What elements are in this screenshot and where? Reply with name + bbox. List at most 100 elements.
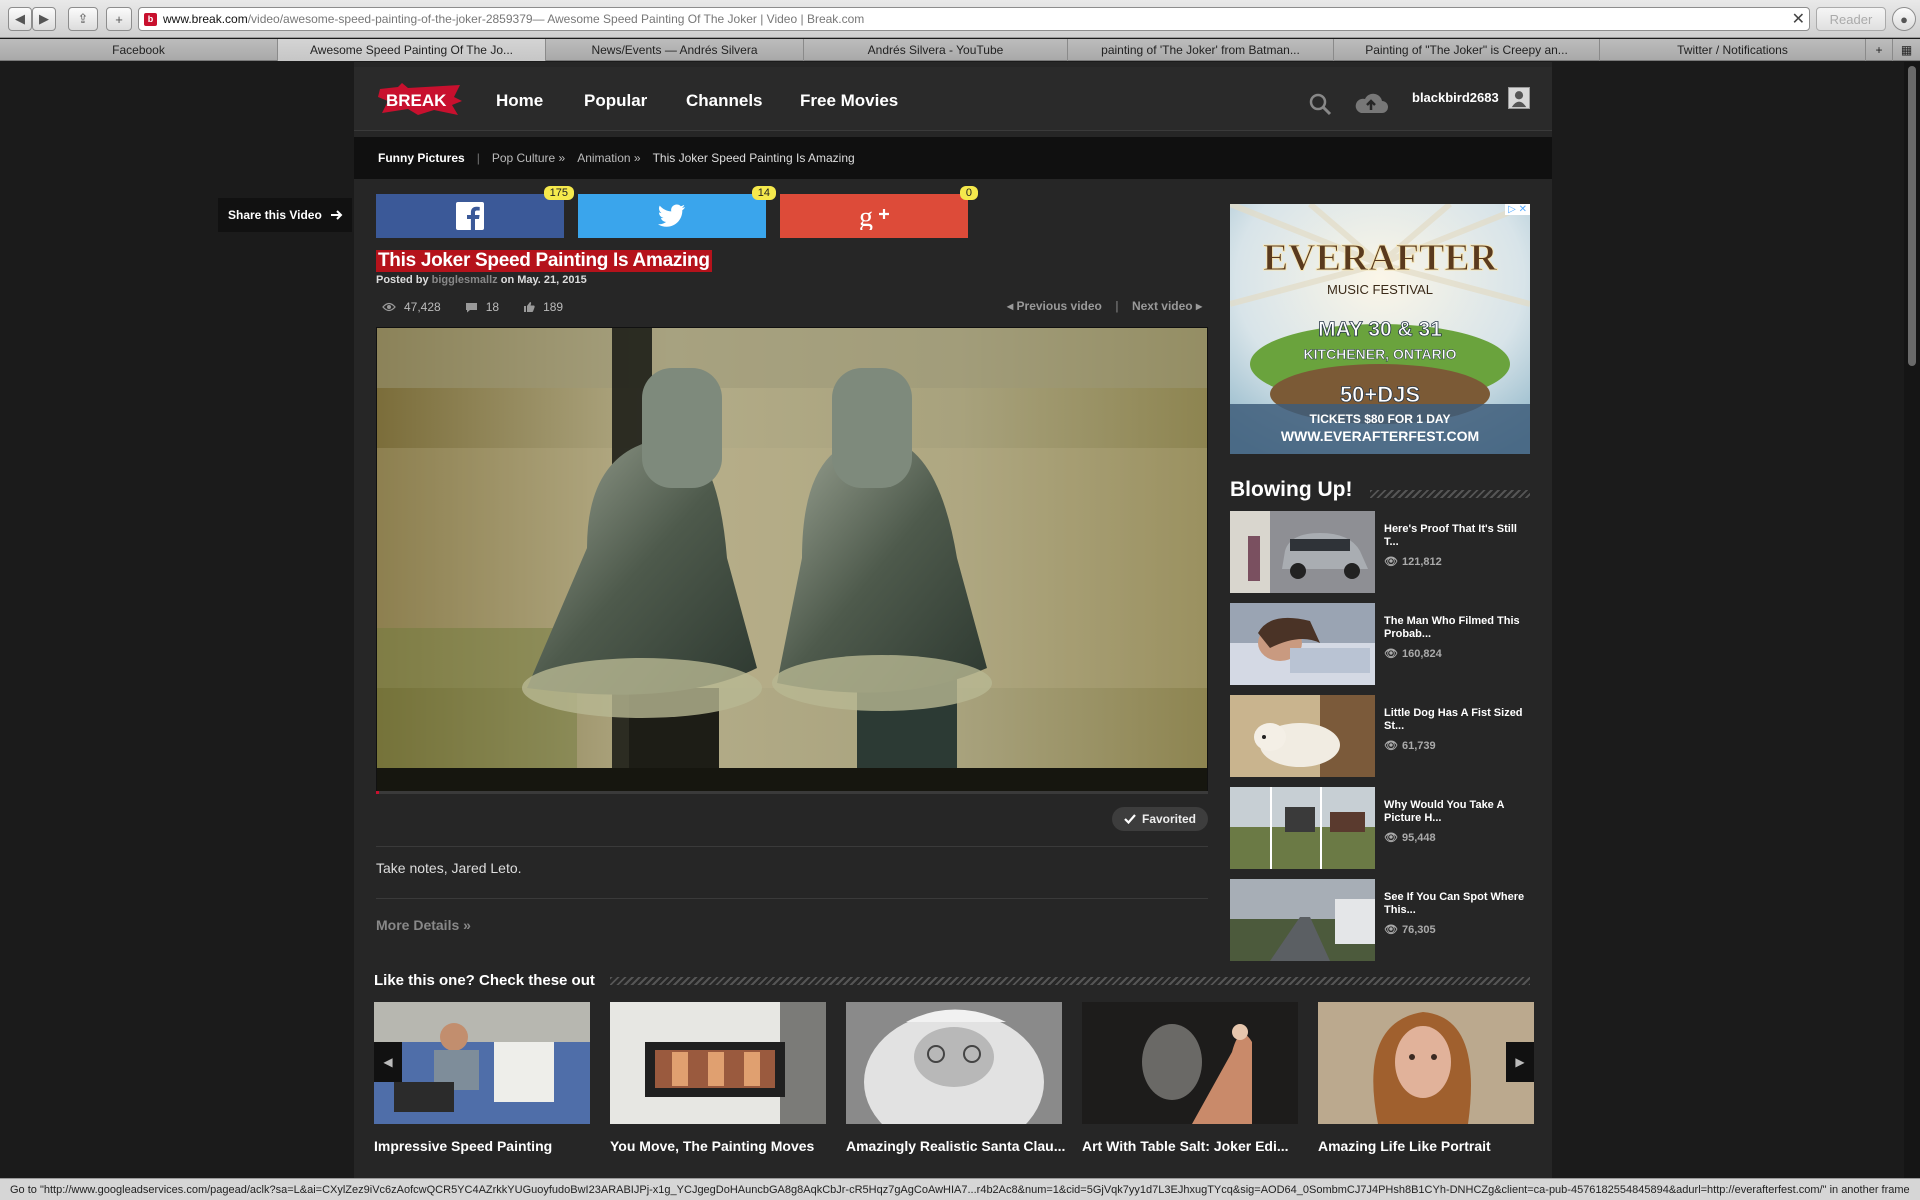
video-progress-bar[interactable]	[376, 791, 1208, 794]
related-item[interactable]: Amazingly Realistic Santa Clau...	[846, 1002, 1065, 1154]
chevron-right-icon: ▸	[1195, 299, 1202, 313]
plus-icon: +	[115, 11, 123, 27]
plus-icon: +	[1875, 43, 1883, 57]
scrollbar-thumb[interactable]	[1908, 66, 1916, 366]
tab-facebook[interactable]: Facebook	[0, 39, 278, 61]
gplus-share-count: 0	[959, 186, 978, 200]
upload-cloud-icon[interactable]	[1353, 91, 1389, 115]
thumbs-up-icon[interactable]	[523, 301, 535, 313]
eye-icon: 👁	[1384, 832, 1398, 844]
sidebar-item-title: Little Dog Has A Fist Sized St...	[1384, 707, 1523, 732]
related-thumbnail-speed-painting	[374, 1002, 590, 1124]
related-item[interactable]: Impressive Speed Painting	[374, 1002, 590, 1154]
facebook-share-button[interactable]: 175	[376, 186, 574, 238]
downloads-button[interactable]: ●	[1892, 7, 1916, 31]
tab-twitter[interactable]: Twitter / Notifications	[1600, 39, 1866, 61]
divider	[376, 898, 1208, 899]
url-page-title: — Awesome Speed Painting Of The Joker | …	[532, 12, 865, 26]
carousel-next-button[interactable]: ▶	[1506, 1042, 1534, 1082]
sidebar-thumbnail-car	[1230, 511, 1375, 593]
nav-channels[interactable]: Channels	[686, 91, 763, 111]
share-page-button[interactable]: ⇪	[68, 7, 98, 31]
blowing-up-heading: Blowing Up!	[1230, 478, 1353, 501]
sidebar-item[interactable]: Little Dog Has A Fist Sized St... 👁 61,73…	[1230, 695, 1530, 777]
favorited-button[interactable]: Favorited	[1112, 807, 1208, 831]
eye-icon: 👁	[1384, 924, 1398, 936]
tab-youtube[interactable]: Andrés Silvera - YouTube	[804, 39, 1068, 61]
nav-home[interactable]: Home	[496, 91, 543, 111]
stop-icon[interactable]: ✕	[1792, 9, 1805, 29]
username[interactable]: blackbird2683	[1412, 90, 1499, 105]
sidebar-item[interactable]: The Man Who Filmed This Probab... 👁 160,8…	[1230, 603, 1530, 685]
related-thumbnail-moving-painting	[610, 1002, 826, 1124]
festival-ad[interactable]: EVERAFTER MUSIC FESTIVAL MAY 30 & 31 KIT…	[1230, 204, 1530, 454]
tab-joker-creepy[interactable]: Painting of "The Joker" is Creepy an...	[1334, 39, 1600, 61]
related-item-title: Amazing Life Like Portrait	[1318, 1138, 1491, 1154]
share-label-text: Share this Video	[228, 208, 322, 222]
breadcrumb-pop-culture[interactable]: Pop Culture »	[492, 151, 565, 165]
more-details-link[interactable]: More Details »	[376, 917, 471, 933]
svg-text:WWW.EVERAFTERFEST.COM: WWW.EVERAFTERFEST.COM	[1281, 428, 1479, 444]
breadcrumb-funny-pictures[interactable]: Funny Pictures	[378, 151, 465, 165]
arrow-right-icon	[330, 210, 343, 220]
tab-overview-button[interactable]: ▦	[1893, 39, 1920, 61]
twitter-share-button[interactable]: 14	[578, 186, 776, 238]
tab-joker-batman[interactable]: painting of 'The Joker' from Batman...	[1068, 39, 1334, 61]
web-page: Share this Video BREAK Home Popular Chan…	[0, 62, 1904, 1178]
video-player[interactable]	[376, 327, 1208, 794]
tab-news-events[interactable]: News/Events — Andrés Silvera	[546, 39, 804, 61]
video-frame-lamps	[377, 328, 1207, 793]
previous-video-link[interactable]: ◂ Previous video	[1007, 299, 1102, 313]
svg-text:TICKETS $80 FOR 1 DAY: TICKETS $80 FOR 1 DAY	[1310, 412, 1451, 426]
gplus-share-button[interactable]: g 0	[780, 186, 978, 238]
back-icon: ◀	[15, 11, 25, 26]
add-tab-button[interactable]: +	[1866, 39, 1893, 61]
author-link[interactable]: bigglesmallz	[432, 274, 498, 286]
avatar[interactable]	[1508, 87, 1530, 109]
sidebar-item-views: 👁 76,305	[1384, 923, 1436, 937]
back-button[interactable]: ◀	[8, 7, 32, 31]
sidebar-item[interactable]: Here's Proof That It's Still T... 👁 121,8…	[1230, 511, 1530, 593]
ad-artwork: EVERAFTER MUSIC FESTIVAL MAY 30 & 31 KIT…	[1230, 204, 1530, 454]
url-host: www.break.com	[163, 12, 248, 26]
sidebar-thumbnail-train	[1230, 787, 1375, 869]
status-bar: Go to "http://www.googleadservices.com/p…	[0, 1178, 1920, 1200]
carousel-prev-button[interactable]: ◀	[374, 1042, 402, 1082]
search-icon[interactable]	[1308, 92, 1332, 116]
nav-popular[interactable]: Popular	[584, 91, 647, 111]
site-favicon-icon: b	[144, 12, 157, 26]
sidebar-item[interactable]: Why Would You Take A Picture H... 👁 95,44…	[1230, 787, 1530, 869]
page-scrollbar[interactable]	[1904, 62, 1920, 1178]
checkmark-icon	[1124, 814, 1136, 824]
reader-button[interactable]: Reader	[1816, 7, 1886, 31]
video-pagination: ◂ Previous video | Next video ▸	[1007, 299, 1202, 313]
next-video-link[interactable]: Next video ▸	[1132, 299, 1202, 313]
sidebar-thumbnail-highway	[1230, 879, 1375, 961]
sidebar-item-title: The Man Who Filmed This Probab...	[1384, 615, 1520, 640]
related-item[interactable]: Art With Table Salt: Joker Edi...	[1082, 1002, 1298, 1154]
ad-choices-close-icon[interactable]: ▷ ✕	[1505, 204, 1530, 215]
breadcrumb: Funny Pictures | Pop Culture » Animation…	[354, 137, 1552, 179]
chevron-right-icon: ▶	[1515, 1055, 1525, 1069]
nav-free-movies[interactable]: Free Movies	[800, 91, 898, 111]
heading-hatch-decoration	[610, 977, 1530, 985]
new-tab-button[interactable]: +	[106, 7, 132, 31]
chevron-left-icon: ◀	[383, 1055, 393, 1069]
forward-button[interactable]: ▶	[32, 7, 56, 31]
eye-icon: 👁	[1384, 556, 1398, 568]
sidebar-item-views: 👁 61,739	[1384, 739, 1436, 753]
sidebar-item[interactable]: See If You Can Spot Where This... 👁 76,30…	[1230, 879, 1530, 961]
breadcrumb-animation[interactable]: Animation »	[577, 151, 640, 165]
browser-toolbar: ◀ ▶ ⇪ + b www.break.com /video/awesome-s…	[0, 0, 1920, 38]
address-bar[interactable]: b www.break.com /video/awesome-speed-pai…	[138, 7, 1810, 31]
video-description: Take notes, Jared Leto.	[376, 860, 522, 876]
related-thumbnail-santa	[846, 1002, 1062, 1124]
tab-break-video[interactable]: Awesome Speed Painting Of The Jo...	[278, 39, 546, 61]
chevron-left-icon: ◂	[1007, 299, 1014, 313]
break-logo[interactable]: BREAK	[378, 83, 462, 115]
comment-count[interactable]: 18	[486, 300, 499, 314]
related-item[interactable]: You Move, The Painting Moves	[610, 1002, 826, 1154]
share-this-video[interactable]: Share this Video	[218, 198, 352, 232]
related-item[interactable]: Amazing Life Like Portrait	[1318, 1002, 1534, 1154]
eye-icon: 👁	[1384, 740, 1398, 752]
